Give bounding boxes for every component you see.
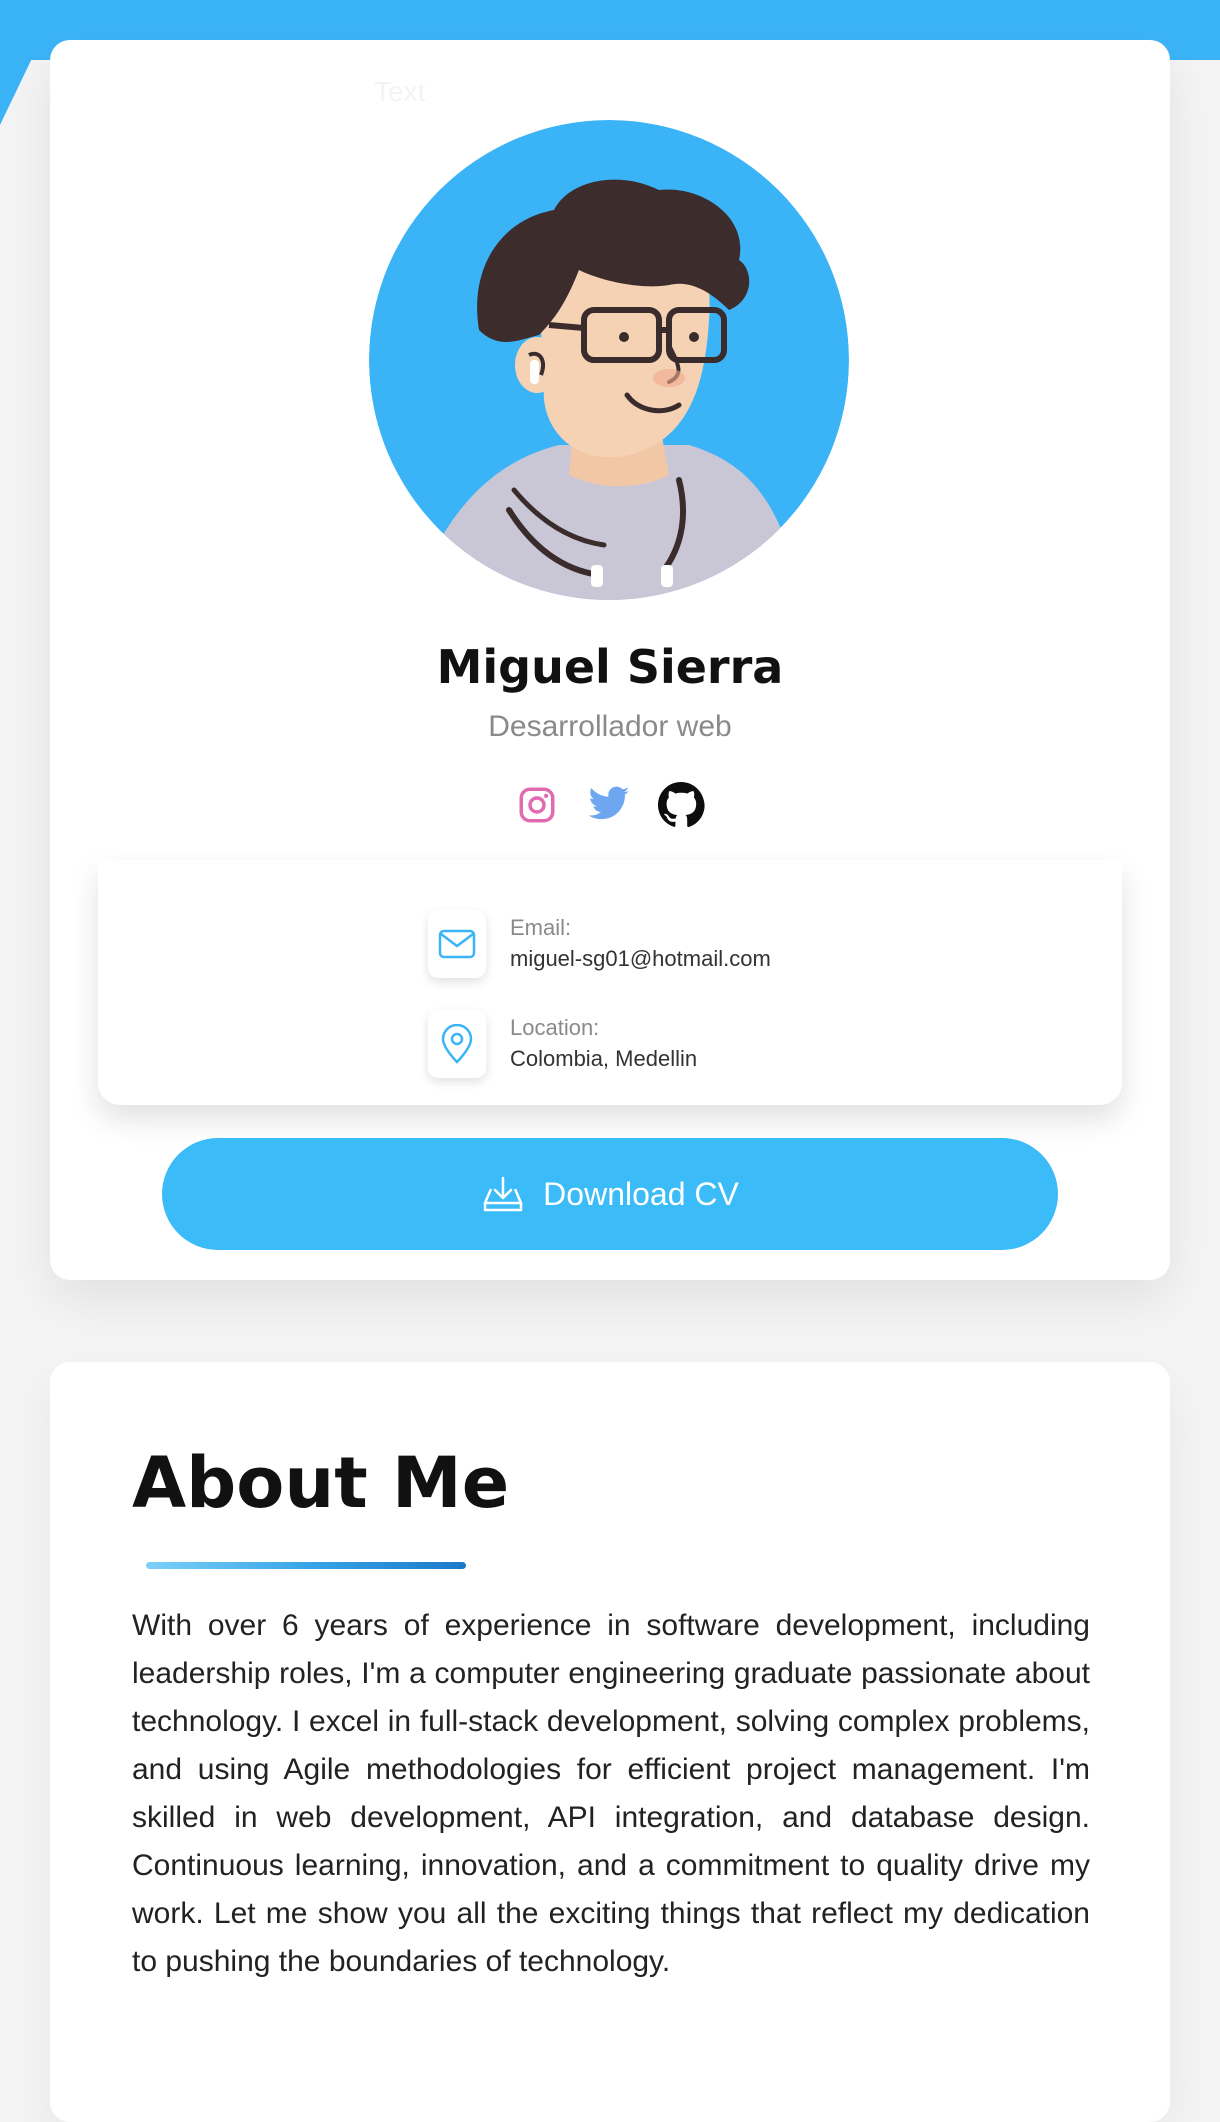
profile-role: Desarrollador web (488, 710, 732, 743)
about-title: About Me (132, 1442, 510, 1524)
ghost-text: Text (374, 76, 426, 107)
mail-icon-box (428, 910, 486, 978)
github-link[interactable] (656, 780, 706, 830)
download-icon (483, 1176, 523, 1212)
social-links (512, 775, 712, 835)
instagram-link[interactable] (512, 780, 562, 830)
email-label: Email: (510, 915, 572, 940)
instagram-icon (519, 787, 555, 823)
location-pin-icon (441, 1024, 473, 1064)
title-underline (146, 1562, 466, 1569)
download-cv-button[interactable]: Download CV (162, 1138, 1058, 1250)
mail-icon (438, 929, 476, 959)
location-icon-box (428, 1010, 486, 1078)
location-label: Location: (510, 1015, 600, 1040)
email-value[interactable]: miguel-sg01@hotmail.com (510, 943, 771, 975)
about-card: About Me With over 6 years of experience… (50, 1362, 1170, 2122)
github-icon (658, 782, 705, 828)
contact-info: Email: miguel-sg01@hotmail.com Location:… (98, 860, 1122, 1105)
about-text: With over 6 years of experience in softw… (132, 1609, 1090, 1978)
avatar-illustration (369, 120, 849, 600)
contact-email: Email: miguel-sg01@hotmail.com (428, 910, 771, 978)
avatar (369, 120, 849, 600)
download-cv-label: Download CV (543, 1175, 739, 1212)
twitter-link[interactable] (584, 780, 634, 830)
location-value: Colombia, Medellin (510, 1046, 698, 1071)
contact-location: Location: Colombia, Medellin (428, 1010, 697, 1078)
profile-card: Text Miguel Sierra Desarrollador web Ema… (50, 40, 1170, 1280)
profile-name: Miguel Sierra (436, 640, 784, 694)
twitter-icon (588, 786, 630, 820)
